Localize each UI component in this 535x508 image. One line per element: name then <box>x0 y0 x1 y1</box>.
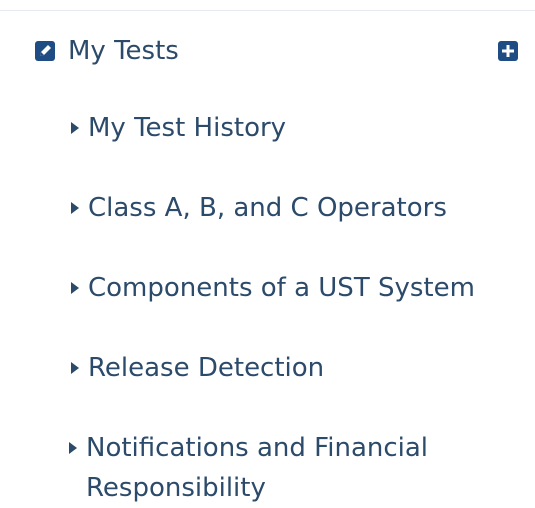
caret-right-icon <box>70 268 80 308</box>
menu-item-label: Class A, B, and C Operators <box>88 193 447 223</box>
add-test-plus-icon[interactable] <box>495 38 521 64</box>
menu-item-release-detection[interactable]: Release Detection <box>70 348 525 388</box>
menu-item-label: My Test History <box>88 113 287 143</box>
menu-item-label: Notifications and Financial Responsibili… <box>86 433 429 503</box>
caret-right-icon <box>70 108 80 148</box>
menu-item-my-test-history[interactable]: My Test History <box>70 108 525 148</box>
menu-item-notifications-financial-responsibility[interactable]: Notifications and Financial Responsibili… <box>68 428 523 508</box>
menu-item-label: Release Detection <box>88 353 325 383</box>
my-tests-title-group: My Tests <box>32 34 179 68</box>
my-tests-header: My Tests <box>32 34 521 68</box>
menu-item-components-ust-system[interactable]: Components of a UST System <box>70 268 525 308</box>
my-tests-menu: My Test History Class A, B, and C Operat… <box>68 108 525 508</box>
menu-item-class-a-b-c-operators[interactable]: Class A, B, and C Operators <box>70 188 525 228</box>
edit-icon <box>32 38 58 64</box>
caret-right-icon <box>68 428 78 468</box>
my-tests-title: My Tests <box>68 36 179 66</box>
caret-right-icon <box>70 348 80 388</box>
caret-right-icon <box>70 188 80 228</box>
top-divider <box>0 10 535 11</box>
menu-item-label: Components of a UST System <box>88 273 475 303</box>
